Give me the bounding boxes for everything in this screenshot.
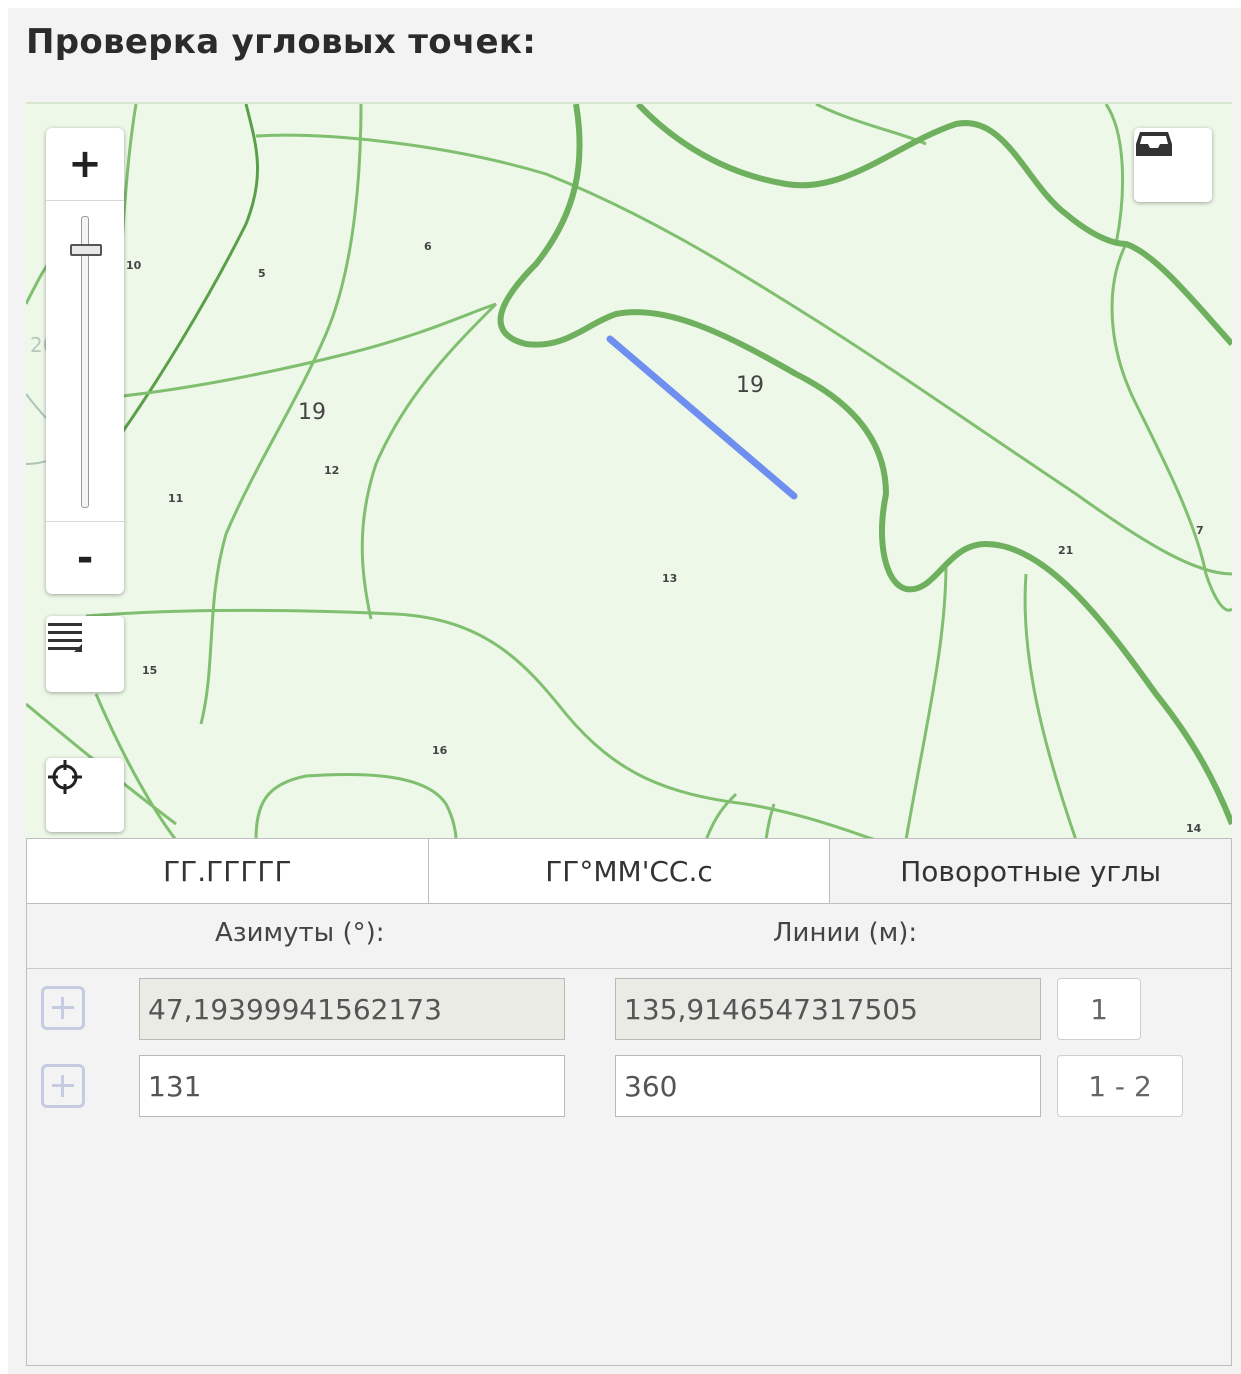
map-view[interactable]: 19 19 205 10 5 6 11 12 13 15 16 21 7 14 … bbox=[26, 102, 1232, 840]
map-label: 21 bbox=[1058, 544, 1073, 557]
contour-line bbox=[815, 104, 927, 146]
map-canvas[interactable]: 19 19 205 10 5 6 11 12 13 15 16 21 7 14 bbox=[26, 104, 1232, 840]
tab-turning-angles[interactable]: Поворотные углы bbox=[830, 839, 1232, 903]
map-label: 10 bbox=[126, 259, 142, 272]
route-line bbox=[606, 335, 798, 500]
contour-line bbox=[904, 563, 948, 840]
zoom-out-button[interactable]: - bbox=[46, 521, 124, 594]
zoom-slider-knob[interactable] bbox=[70, 244, 102, 257]
azimuth-field[interactable] bbox=[139, 978, 565, 1040]
contour-line bbox=[1104, 104, 1125, 245]
segment-label: 1 - 2 bbox=[1057, 1055, 1183, 1117]
length-field[interactable] bbox=[615, 1055, 1041, 1117]
point-label: 1 bbox=[1057, 978, 1141, 1040]
contour-line bbox=[119, 104, 260, 435]
map-label: 11 bbox=[168, 492, 183, 505]
zoom-slider-track[interactable] bbox=[81, 216, 89, 508]
turning-angles-table: Азимуты (°): Линии (м): 1 1 - 2 bbox=[26, 904, 1232, 1366]
contour-line bbox=[1023, 573, 1078, 840]
layers-button[interactable] bbox=[46, 616, 124, 692]
map-label: 19 bbox=[298, 400, 326, 425]
map-label: 6 bbox=[424, 240, 432, 253]
map-label: 5 bbox=[258, 267, 266, 280]
tab-decimal-degrees[interactable]: ГГ.ГГГГГ bbox=[27, 839, 429, 903]
export-button[interactable] bbox=[1134, 128, 1212, 202]
contour-line bbox=[199, 104, 363, 725]
contour-line bbox=[254, 772, 458, 840]
coordinate-format-tabs: ГГ.ГГГГГ ГГ°ММ'СС.с Поворотные углы bbox=[26, 838, 1232, 904]
azimuth-field[interactable] bbox=[139, 1055, 565, 1117]
table-header: Азимуты (°): Линии (м): bbox=[27, 904, 1231, 969]
add-point-button[interactable] bbox=[41, 986, 85, 1030]
map-label: 14 bbox=[1186, 822, 1202, 835]
length-field[interactable] bbox=[615, 978, 1041, 1040]
zoom-control: + - bbox=[46, 128, 124, 594]
locate-button[interactable] bbox=[46, 758, 124, 832]
contour-line bbox=[255, 133, 1232, 576]
tab-degrees-minutes-seconds[interactable]: ГГ°ММ'СС.с bbox=[428, 839, 831, 903]
page-title: Проверка угловых точек: bbox=[26, 22, 537, 62]
contour-line bbox=[121, 302, 497, 398]
map-label: 16 bbox=[432, 744, 448, 757]
map-label: 13 bbox=[662, 572, 677, 585]
zoom-in-button[interactable]: + bbox=[46, 128, 124, 201]
add-point-button[interactable] bbox=[41, 1064, 85, 1108]
lines-column-header: Линии (м): bbox=[773, 918, 918, 948]
map-label: 7 bbox=[1196, 524, 1204, 537]
contour-line bbox=[85, 608, 877, 840]
map-label: 19 bbox=[736, 373, 764, 398]
map-label: 12 bbox=[324, 464, 339, 477]
map-label: 15 bbox=[142, 664, 157, 677]
azimuth-column-header: Азимуты (°): bbox=[215, 918, 385, 948]
contour-line bbox=[360, 302, 498, 620]
